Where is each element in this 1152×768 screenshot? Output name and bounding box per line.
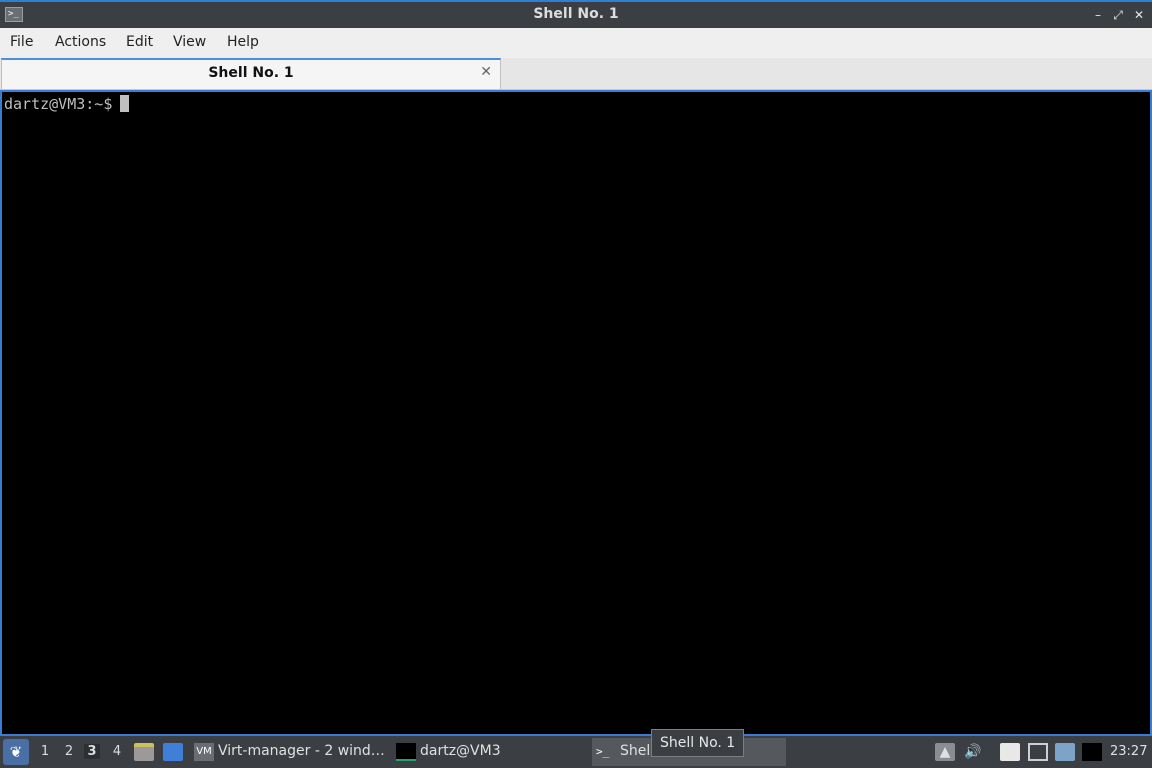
terminal-black-icon [396,743,416,761]
volume-icon[interactable]: 🔊 [963,743,983,761]
tab-shell-no-1[interactable]: Shell No. 1 ✕ [1,58,501,89]
task-label: Shell [620,743,655,759]
tab-close-icon[interactable]: ✕ [480,64,492,80]
clock[interactable]: 23:27 [1110,744,1147,759]
window-titlebar[interactable]: >_ Shell No. 1 – ⤢ ✕ [0,0,1152,28]
maximize-icon[interactable]: ⤢ [1110,6,1126,24]
workspace-2[interactable]: 2 [61,744,77,759]
text-cursor [120,95,130,112]
window-title: Shell No. 1 [533,6,619,22]
clipboard-icon[interactable] [1000,743,1020,761]
task-virt-manager[interactable]: VM Virt-manager - 2 wind… [190,738,390,766]
minimize-icon[interactable]: – [1090,6,1106,24]
vm-icon: VM [194,743,214,761]
terminal-area[interactable]: dartz@VM3:~$ [0,90,1152,736]
close-icon[interactable]: ✕ [1131,6,1147,24]
task-label: Virt-manager - 2 wind… [218,743,385,759]
shell-prompt: dartz@VM3:~$ [4,95,113,113]
menu-file[interactable]: File [10,34,33,50]
task-label: dartz@VM3 [420,743,501,759]
workspace-1[interactable]: 1 [37,744,53,759]
start-menu-icon[interactable]: ❦ [3,739,29,765]
terminal-icon: >_ [596,745,610,758]
taskbar: ❦ 1 2 3 4 VM Virt-manager - 2 wind… dart… [0,736,1152,768]
taskbar-tooltip: Shell No. 1 [651,729,745,757]
workspace-3[interactable]: 3 [84,744,100,759]
tray-terminal-icon[interactable] [1082,743,1102,761]
file-manager-icon[interactable] [134,743,154,761]
menu-edit[interactable]: Edit [126,34,153,50]
tray-up-icon[interactable]: ▲ [935,743,955,761]
menu-help[interactable]: Help [227,34,259,50]
tab-bar: Shell No. 1 ✕ [0,58,1152,90]
show-desktop-icon[interactable] [163,743,183,761]
menu-bar: File Actions Edit View Help [0,28,1152,58]
tab-label: Shell No. 1 [208,65,294,81]
update-notifier-icon[interactable] [1055,743,1075,761]
prompt-line: dartz@VM3:~$ [4,95,130,113]
menu-actions[interactable]: Actions [55,34,106,50]
menu-view[interactable]: View [173,34,206,50]
task-dartz-vm3[interactable]: dartz@VM3 [392,738,592,766]
workspace-4[interactable]: 4 [109,744,125,759]
network-icon[interactable] [1028,743,1048,761]
